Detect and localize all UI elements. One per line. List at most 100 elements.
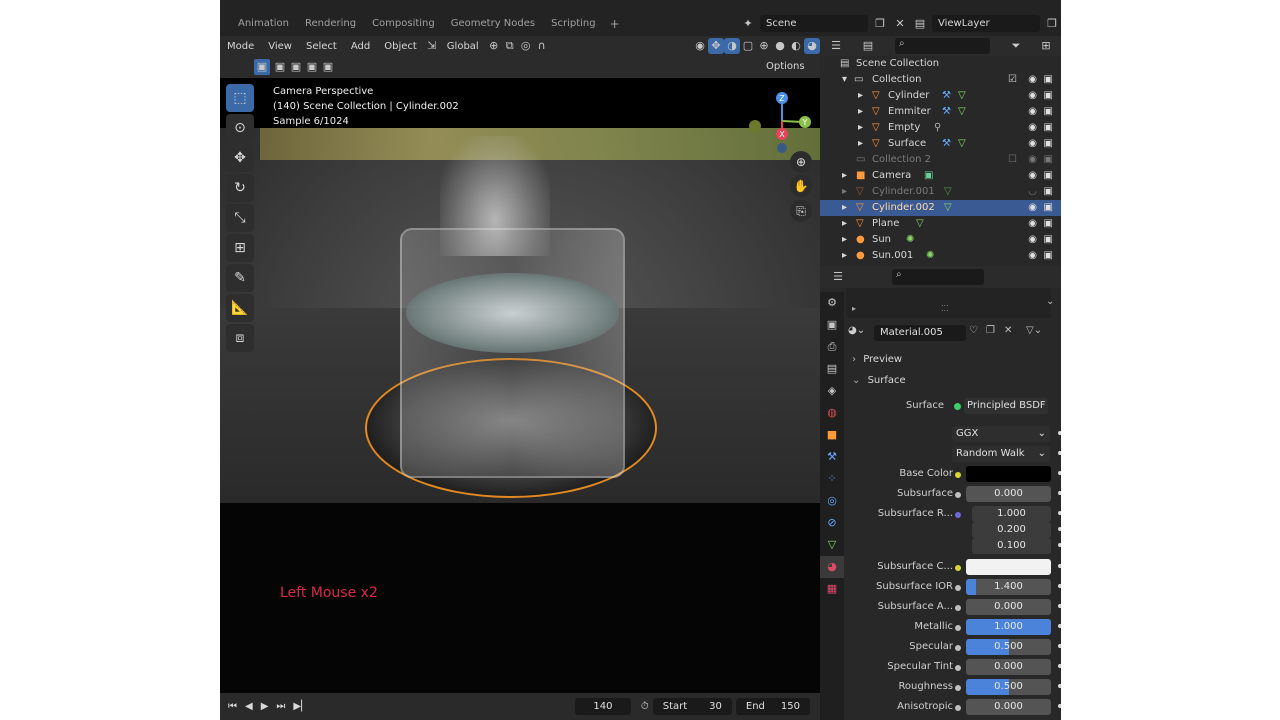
tab-rendering[interactable]: Rendering: [297, 18, 364, 30]
preview-section-header[interactable]: › Preview: [846, 351, 1061, 369]
select-mode-new-icon[interactable]: ▣: [254, 59, 270, 75]
copy-view-layer-icon[interactable]: ❐: [1044, 16, 1060, 32]
play-icon[interactable]: ▶: [257, 701, 273, 712]
expand-icon[interactable]: ▸: [858, 136, 863, 152]
render-camera-icon[interactable]: ▣: [1044, 232, 1053, 248]
expand-icon[interactable]: ▾: [842, 72, 847, 88]
frame-end-field[interactable]: End 150: [735, 698, 810, 715]
keyframe-dot[interactable]: [1058, 451, 1061, 455]
expand-icon[interactable]: ▸: [842, 200, 847, 216]
fake-user-icon[interactable]: ♡: [969, 325, 978, 336]
keyframe-dot[interactable]: [1058, 471, 1061, 475]
proportional-edit-icon[interactable]: ◎: [518, 38, 534, 54]
exclude-checkbox[interactable]: ☑: [1008, 72, 1017, 88]
select-mode-extend-icon[interactable]: ▣: [272, 59, 288, 75]
visibility-icon[interactable]: ◉: [692, 38, 708, 54]
options-dropdown[interactable]: Options: [766, 61, 805, 72]
move-tool[interactable]: ✥: [226, 144, 254, 172]
field-value-slider[interactable]: 0.000: [966, 659, 1051, 675]
scale-tool[interactable]: ⤡: [226, 204, 254, 232]
current-frame-field[interactable]: 140: [574, 698, 631, 715]
rotate-tool[interactable]: ↻: [226, 174, 254, 202]
frame-start-field[interactable]: Start 30: [652, 698, 732, 715]
scene-name-field[interactable]: Scene: [760, 15, 868, 32]
keyframe-dot[interactable]: [1058, 664, 1061, 668]
socket-dot-icon[interactable]: [955, 565, 961, 571]
select-box-tool[interactable]: ⬚: [226, 84, 254, 112]
expand-icon[interactable]: ▸: [842, 168, 847, 184]
solid-shading-icon[interactable]: ●: [772, 38, 788, 54]
eye-icon[interactable]: ◉: [1028, 232, 1037, 248]
annotate-tool[interactable]: ✎: [226, 264, 254, 292]
stopwatch-icon[interactable]: ⏱: [637, 701, 653, 712]
editor-type-icon[interactable]: ☰: [830, 269, 846, 285]
camera-view-icon[interactable]: ⎘: [790, 200, 812, 222]
eye-icon[interactable]: ◉: [1028, 72, 1037, 88]
render-camera-icon[interactable]: ▣: [1044, 216, 1053, 232]
exclude-checkbox[interactable]: ☐: [1008, 152, 1017, 168]
particles-tab-icon[interactable]: ⁘: [820, 468, 844, 490]
overlay-toggle-icon[interactable]: ◑: [724, 38, 740, 54]
keyframe-dot[interactable]: [1058, 431, 1061, 435]
select-mode-subtract-icon[interactable]: ▣: [288, 59, 304, 75]
world-tab-icon[interactable]: ◍: [820, 402, 844, 424]
outliner-row-cylinder-002[interactable]: ▸ ▽ Cylinder.002 ▽ ◉ ▣: [820, 200, 1061, 216]
tab-animation[interactable]: Animation: [230, 18, 297, 30]
jump-start-icon[interactable]: ⏮: [224, 701, 241, 712]
outliner-row-cylinder[interactable]: ▸ ▽ Cylinder ⚒ ▽ ◉ ▣: [820, 88, 1061, 104]
view-layer-icon[interactable]: ▤: [912, 16, 928, 32]
render-camera-icon[interactable]: ▣: [1044, 88, 1053, 104]
pivot-icon[interactable]: ⊕: [486, 38, 502, 54]
render-tab-icon[interactable]: ▣: [820, 314, 844, 336]
add-workspace-button[interactable]: +: [604, 18, 626, 30]
socket-dot-icon[interactable]: [955, 705, 961, 711]
render-camera-icon[interactable]: ▣: [1044, 152, 1053, 168]
eye-icon[interactable]: ◉: [1028, 200, 1037, 216]
render-camera-icon[interactable]: ▣: [1044, 248, 1053, 264]
socket-dot-icon[interactable]: [955, 685, 961, 691]
menu-view[interactable]: View: [261, 41, 299, 52]
slot-expand-icon[interactable]: ▸: [852, 304, 856, 313]
field-value-slider[interactable]: [966, 466, 1051, 482]
eye-icon[interactable]: ◉: [1028, 168, 1037, 184]
keyframe-dot[interactable]: [1058, 604, 1061, 608]
eye-icon[interactable]: ◉: [1028, 88, 1037, 104]
render-camera-icon[interactable]: ▣: [1044, 120, 1053, 136]
rendered-shading-icon[interactable]: ◕: [804, 38, 820, 54]
xray-icon[interactable]: ▢: [740, 38, 756, 54]
material-shading-icon[interactable]: ◐: [788, 38, 804, 54]
filter-icon[interactable]: ⏷: [1008, 38, 1024, 54]
eye-icon[interactable]: ◉: [1028, 120, 1037, 136]
eye-icon[interactable]: ◉: [1028, 216, 1037, 232]
keyframe-dot[interactable]: [1058, 543, 1061, 547]
mode-selector[interactable]: Mode: [220, 41, 261, 52]
socket-dot-icon[interactable]: [955, 625, 961, 631]
navigation-gizmo[interactable]: Z Y X: [745, 86, 815, 156]
slot-menu-chevron[interactable]: ⌄: [1046, 296, 1054, 307]
resize-handle-icon[interactable]: ⁚⁚⁚: [941, 304, 949, 313]
measure-tool[interactable]: 📐: [226, 294, 254, 322]
object-tab-icon[interactable]: ■: [820, 424, 844, 446]
field-value-slider[interactable]: 0.200: [972, 522, 1051, 538]
keyframe-dot[interactable]: [1058, 644, 1061, 648]
render-camera-icon[interactable]: ▣: [1044, 200, 1053, 216]
outliner-row-emmiter[interactable]: ▸ ▽ Emmiter ⚒ ▽ ◉ ▣: [820, 104, 1061, 120]
outliner-row-collection[interactable]: ▾ ▭ Collection ☑ ◉ ▣: [820, 72, 1061, 88]
expand-icon[interactable]: ▸: [858, 104, 863, 120]
copy-scene-icon[interactable]: ❐: [872, 16, 888, 32]
outliner-row-sun-001[interactable]: ▸ ● Sun.001 ✺ ◉ ▣: [820, 248, 1061, 264]
expand-icon[interactable]: ▸: [842, 216, 847, 232]
render-camera-icon[interactable]: ▣: [1044, 104, 1053, 120]
outliner-row-surface[interactable]: ▸ ▽ Surface ⚒ ▽ ◉ ▣: [820, 136, 1061, 152]
outliner-row-collection-2[interactable]: ▭ Collection 2 ☐ ◉ ▣: [820, 152, 1061, 168]
select-mode-intersect-icon[interactable]: ▣: [320, 59, 336, 75]
jump-keyframe-icon[interactable]: ▶▏: [289, 701, 312, 712]
outliner-row-empty[interactable]: ▸ ▽ Empty ⚲ ◉ ▣: [820, 120, 1061, 136]
keyframe-dot[interactable]: [1058, 704, 1061, 708]
socket-dot-icon[interactable]: [955, 492, 961, 498]
outliner-row-camera[interactable]: ▸ ■ Camera ▣ ◉ ▣: [820, 168, 1061, 184]
eye-icon[interactable]: ◉: [1028, 136, 1037, 152]
link-type-icon[interactable]: ▽⌄: [1026, 325, 1042, 336]
socket-dot-icon[interactable]: [955, 512, 961, 518]
render-camera-icon[interactable]: ▣: [1044, 72, 1053, 88]
